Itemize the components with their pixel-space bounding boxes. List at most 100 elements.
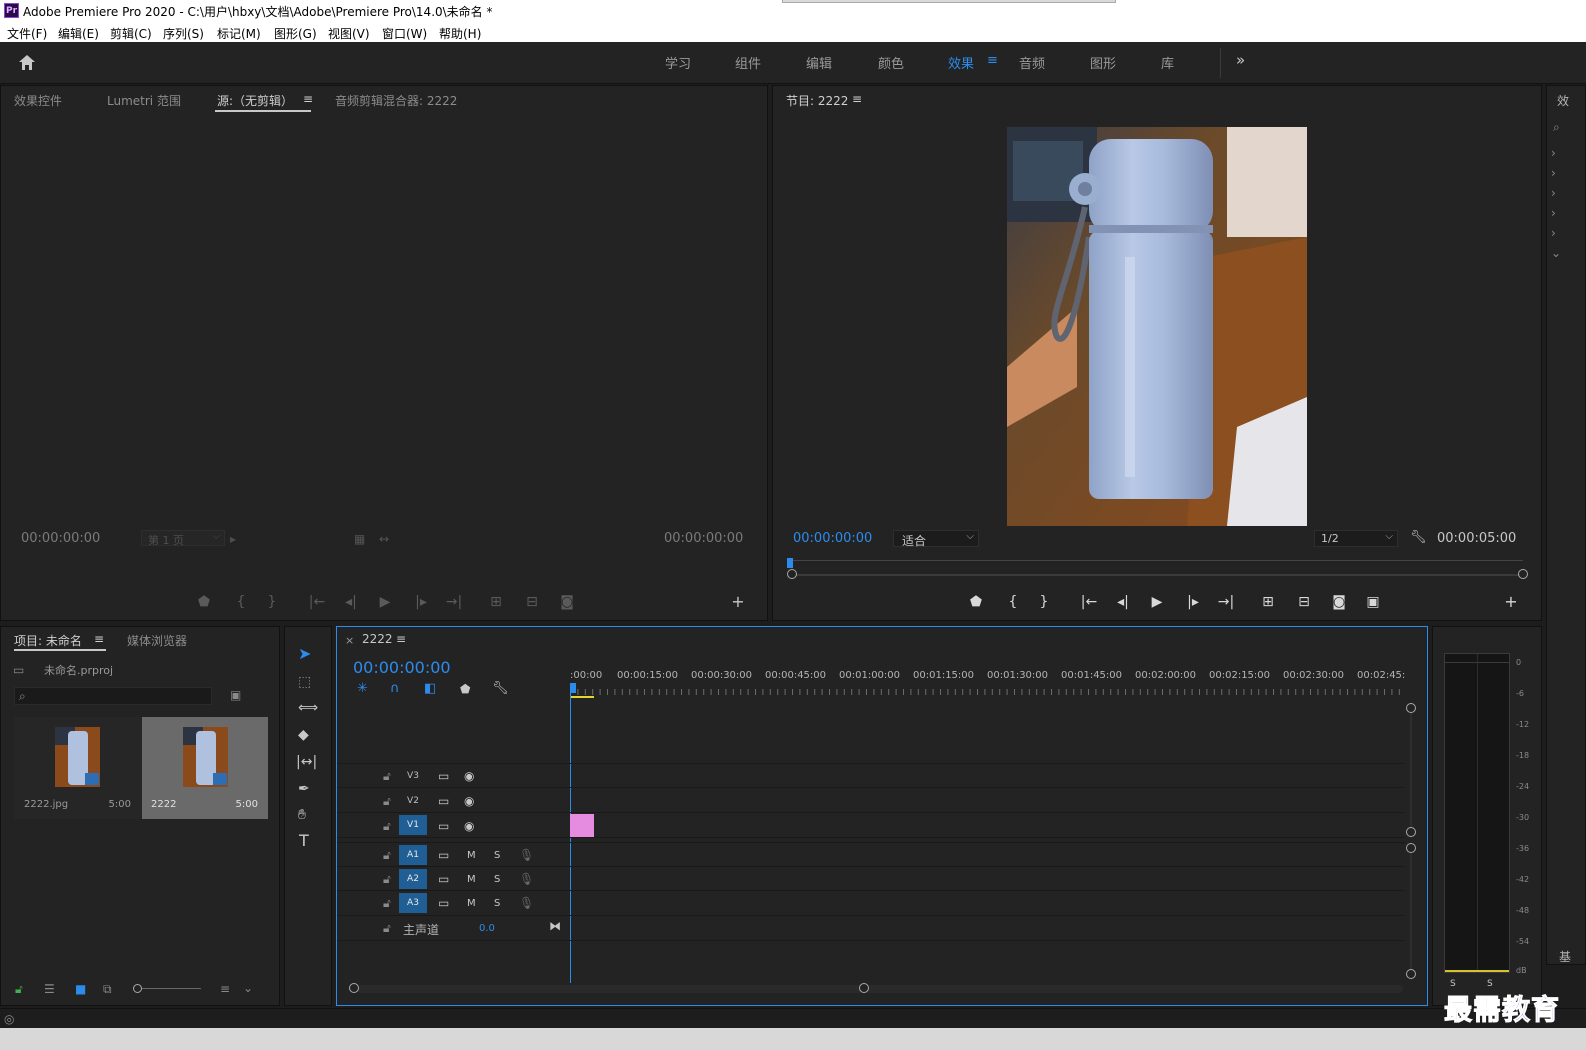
sync-lock-icon[interactable]: ▭ [438, 769, 449, 783]
chevron-right-icon[interactable]: › [1551, 186, 1556, 200]
hand-tool-icon[interactable]: ✋︎ [298, 808, 306, 822]
wrench-icon[interactable]: 🔧︎ [1410, 531, 1427, 545]
zoom-slider[interactable] [137, 988, 201, 989]
razor-tool-icon[interactable]: ◆ [298, 728, 309, 742]
menu-window[interactable]: 窗口(W) [382, 25, 427, 42]
lock-icon[interactable]: 🔓︎ [383, 848, 391, 862]
export-frame-icon[interactable]: ◙ [1329, 594, 1349, 610]
audio-scrollbar[interactable] [1410, 853, 1412, 969]
zoom-handle-right[interactable] [1518, 569, 1528, 579]
sync-lock-icon[interactable]: ▭ [438, 819, 449, 833]
insert-icon[interactable]: ↔ [379, 532, 389, 546]
mute-button[interactable]: M [467, 897, 476, 911]
insert-clip-icon[interactable]: ⊞ [486, 594, 506, 610]
menu-clip[interactable]: 剪辑(C) [110, 25, 152, 42]
chevron-right-icon[interactable]: › [1551, 146, 1556, 160]
workspace-audio[interactable]: 音频 [1019, 53, 1045, 72]
program-timecode[interactable]: 00:00:00:00 [793, 531, 872, 546]
sort-icon[interactable]: ≡ [220, 982, 230, 996]
microphone-icon[interactable]: 🎙︎ [519, 848, 534, 862]
source-timecode[interactable]: 00:00:00:00 [21, 531, 100, 546]
program-ruler[interactable] [793, 560, 1523, 561]
track-label-a1[interactable]: A1 [399, 845, 427, 865]
timeline-playhead-head[interactable] [570, 683, 576, 693]
menu-graphics[interactable]: 图形(G) [274, 25, 317, 42]
program-menu-icon[interactable]: ≡ [852, 92, 862, 106]
tab-program[interactable]: 节目: 2222 [786, 92, 848, 109]
lift-icon[interactable]: ⊞ [1258, 594, 1278, 610]
tab-media-browser[interactable]: 媒体浏览器 [127, 632, 187, 649]
timeline-horizontal-scrollbar[interactable] [357, 985, 1403, 993]
timeline-ruler-ticks[interactable] [570, 685, 1406, 695]
program-zoom-bar[interactable] [791, 574, 1521, 576]
linked-selection-icon[interactable]: ◧ [424, 682, 436, 696]
go-to-out-icon[interactable]: →| [1216, 594, 1236, 610]
scroll-handle-left[interactable] [349, 983, 359, 993]
status-icon[interactable]: ◎ [4, 1012, 14, 1026]
menu-file[interactable]: 文件(F) [7, 25, 47, 42]
tab-project[interactable]: 项目: 未命名 [14, 632, 82, 649]
work-area-bar[interactable] [570, 696, 594, 698]
timeline-clip[interactable] [570, 814, 594, 837]
ripple-edit-tool-icon[interactable]: ⟺ [298, 701, 318, 715]
step-back-icon[interactable]: ◂| [1113, 594, 1133, 610]
go-to-in-icon[interactable]: |← [307, 594, 327, 610]
video-scroll-handle-bottom[interactable] [1406, 827, 1416, 837]
page-select[interactable]: 第 1 页 ⌵ [141, 530, 225, 547]
export-frame-icon[interactable]: ◙ [557, 594, 577, 610]
solo-button[interactable]: S [494, 873, 500, 887]
lock-icon[interactable]: 🔓︎ [383, 794, 391, 808]
microphone-icon[interactable]: 🎙︎ [519, 896, 534, 910]
track-select-tool-icon[interactable]: ⬚ [298, 675, 311, 689]
effects-tab-partial[interactable]: 效 [1557, 92, 1569, 109]
workspace-effects[interactable]: 效果 [948, 53, 974, 72]
chevron-right-icon[interactable]: › [1551, 226, 1556, 240]
type-tool-icon[interactable]: T [299, 833, 309, 849]
add-button-icon[interactable]: + [728, 594, 748, 610]
pen-tool-icon[interactable]: ✒ [298, 782, 310, 796]
go-to-out-icon[interactable]: →| [444, 594, 464, 610]
audio-scroll-handle-top[interactable] [1406, 843, 1416, 853]
add-marker-icon[interactable]: ⬟ [966, 594, 986, 610]
mark-in-icon[interactable]: { [231, 594, 251, 610]
add-marker-icon[interactable]: ⬟ [460, 682, 470, 696]
video-scrollbar[interactable] [1410, 713, 1412, 827]
workspace-editing[interactable]: 编辑 [806, 53, 832, 72]
zoom-select[interactable]: 适合 ⌵ [893, 530, 979, 548]
project-menu-icon[interactable]: ≡ [94, 632, 104, 646]
sync-lock-icon[interactable]: ▭ [438, 896, 449, 910]
project-item-selected[interactable]: 2222 5:00 [142, 717, 268, 819]
search-icon[interactable]: ⌕ [1553, 120, 1560, 134]
add-button-icon[interactable]: + [1501, 594, 1521, 610]
play-icon[interactable]: ▶ [375, 594, 395, 610]
list-view-icon[interactable]: ☰ [44, 982, 55, 996]
eye-icon[interactable]: ◉ [464, 819, 474, 833]
mark-in-icon[interactable]: { [1003, 594, 1023, 610]
nest-icon[interactable]: ✳ [357, 682, 368, 696]
tab-lumetri-scopes[interactable]: Lumetri 范围 [107, 92, 181, 109]
menu-edit[interactable]: 编辑(E) [58, 25, 99, 42]
tab-effect-controls[interactable]: 效果控件 [14, 92, 62, 109]
more-workspaces-icon[interactable]: » [1236, 51, 1245, 69]
menu-marker[interactable]: 标记(M) [217, 25, 261, 42]
eye-icon[interactable]: ◉ [464, 794, 474, 808]
zoom-handle-left[interactable] [787, 569, 797, 579]
track-label-v2[interactable]: V2 [399, 791, 427, 811]
slip-tool-icon[interactable]: |↔| [296, 755, 317, 769]
workspace-libraries[interactable]: 库 [1161, 53, 1174, 72]
step-forward-icon[interactable]: |▸ [411, 594, 431, 610]
resolution-select[interactable]: 1/2 ⌵ [1314, 530, 1398, 547]
workspace-assembly[interactable]: 组件 [735, 53, 761, 72]
mark-out-icon[interactable]: } [262, 594, 282, 610]
chevron-right-icon[interactable]: › [1551, 166, 1556, 180]
step-forward-icon[interactable]: |▸ [1183, 594, 1203, 610]
eye-icon[interactable]: ◉ [464, 769, 474, 783]
go-to-in-icon[interactable]: |← [1079, 594, 1099, 610]
source-menu-icon[interactable]: ≡ [303, 92, 313, 106]
sync-lock-icon[interactable]: ▭ [438, 872, 449, 886]
zoom-slider-handle[interactable] [133, 984, 142, 993]
snap-icon[interactable]: ∩ [390, 682, 400, 696]
essential-tab-partial[interactable]: 基 [1559, 948, 1571, 965]
track-label-a2[interactable]: A2 [399, 869, 427, 889]
track-label-v3[interactable]: V3 [399, 766, 427, 786]
